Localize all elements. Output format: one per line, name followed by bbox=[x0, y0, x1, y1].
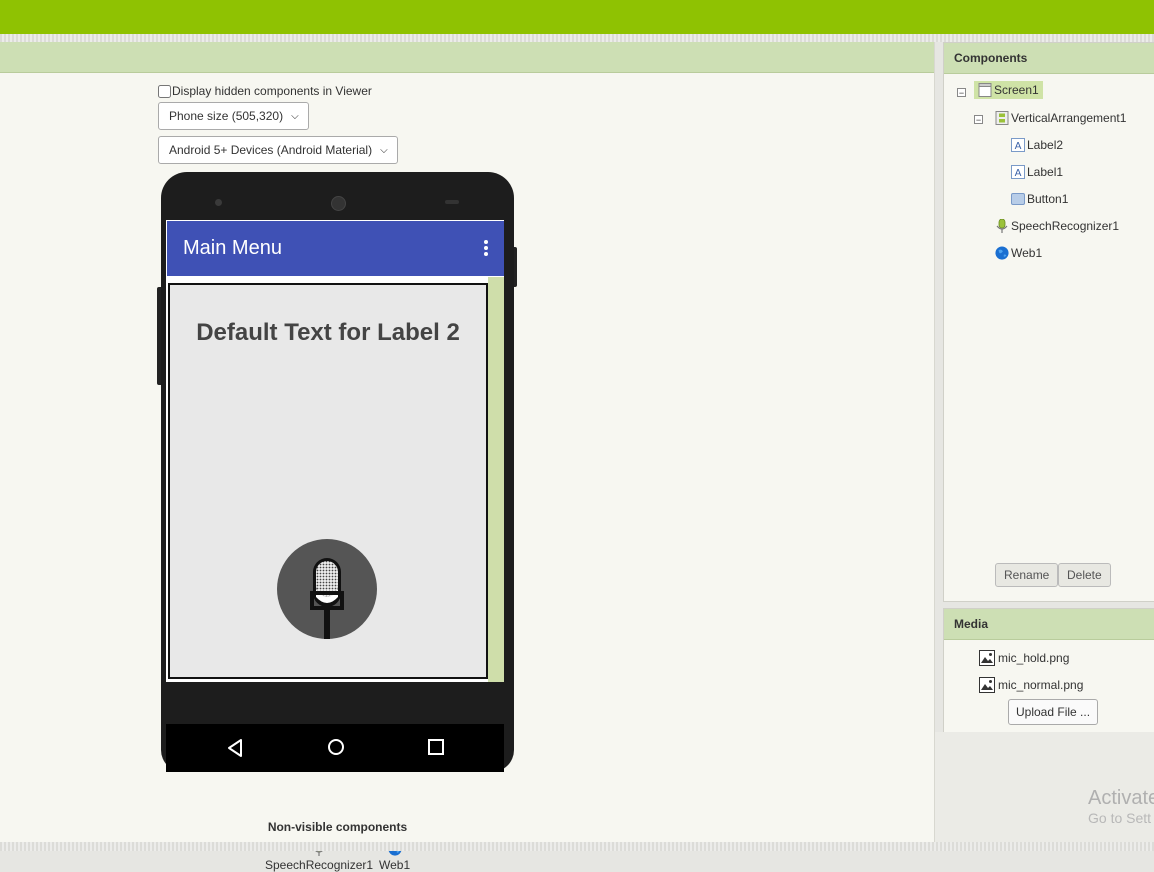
phone-speaker bbox=[445, 200, 459, 204]
hidden-components-label: Display hidden components in Viewer bbox=[172, 84, 372, 98]
theme-select[interactable]: Android 5+ Devices (Android Material) ⌵ bbox=[158, 136, 398, 164]
phone-size-value: Phone size (505,320) bbox=[169, 109, 284, 123]
button-icon bbox=[1011, 193, 1025, 205]
app-title: Main Menu bbox=[183, 237, 282, 259]
screen-icon bbox=[978, 83, 992, 97]
hidden-components-checkbox[interactable] bbox=[158, 84, 171, 98]
phone-mockup: Main Menu Default Text for Label 2 bbox=[161, 172, 514, 772]
screen-content: Default Text for Label 2 bbox=[166, 277, 504, 682]
media-file-label: mic_hold.png bbox=[998, 651, 1070, 665]
top-bar-strip bbox=[0, 34, 1154, 42]
tree-item-label: Label2 bbox=[1027, 138, 1064, 152]
svg-text:A: A bbox=[1015, 141, 1022, 152]
svg-text:A: A bbox=[1015, 168, 1022, 179]
theme-value: Android 5+ Devices (Android Material) bbox=[169, 143, 373, 157]
rename-button[interactable]: Rename bbox=[995, 563, 1059, 587]
collapse-arrangement-icon[interactable]: − bbox=[974, 115, 983, 125]
delete-button[interactable]: Delete bbox=[1058, 563, 1111, 587]
tree-item-label1[interactable]: A Label1 bbox=[1011, 165, 1063, 179]
activation-watermark: Activate bbox=[1088, 787, 1154, 809]
components-title: Components bbox=[944, 43, 1154, 74]
vertical-arrangement-icon bbox=[995, 111, 1009, 125]
components-panel: Components − Screen1 − VerticalArrangeme… bbox=[943, 42, 1154, 602]
android-navbar bbox=[166, 724, 504, 772]
tree-item-screen1[interactable]: Screen1 bbox=[974, 81, 1043, 99]
vertical-arrangement[interactable]: Default Text for Label 2 bbox=[168, 283, 488, 679]
tree-item-label: SpeechRecognizer1 bbox=[1011, 219, 1120, 233]
tree-item-label: VerticalArrangement1 bbox=[1011, 111, 1127, 125]
upload-file-button[interactable]: Upload File ... bbox=[1008, 699, 1099, 725]
tree-item-web1[interactable]: Web1 bbox=[995, 246, 1042, 260]
tree-item-label: Button1 bbox=[1027, 192, 1069, 206]
speech-recognizer-icon bbox=[996, 219, 1008, 233]
screen-scrollbar[interactable] bbox=[488, 277, 504, 682]
top-bar bbox=[0, 0, 1154, 34]
tree-item-button1[interactable]: Button1 bbox=[1011, 192, 1068, 206]
label-icon: A bbox=[1011, 165, 1025, 179]
media-file-mic-hold[interactable]: mic_hold.png bbox=[979, 650, 1069, 666]
phone-camera-icon bbox=[331, 196, 346, 211]
collapse-screen1-icon[interactable]: − bbox=[957, 88, 966, 98]
back-icon bbox=[228, 739, 242, 757]
media-file-mic-normal[interactable]: mic_normal.png bbox=[979, 677, 1083, 693]
media-file-label: mic_normal.png bbox=[998, 678, 1084, 692]
chevron-down-icon: ⌵ bbox=[291, 110, 299, 122]
viewer-header bbox=[0, 42, 934, 73]
activation-watermark-sub: Go to Sett bbox=[1088, 810, 1152, 826]
phone-screen: Main Menu Default Text for Label 2 bbox=[166, 220, 504, 682]
bottom-strip bbox=[0, 842, 1154, 851]
home-icon bbox=[328, 739, 344, 755]
web-globe-icon bbox=[995, 246, 1009, 260]
tree-item-verticalarrangement1[interactable]: VerticalArrangement1 bbox=[995, 111, 1126, 125]
viewer-panel: Display hidden components in Viewer Phon… bbox=[0, 42, 935, 872]
image-file-icon bbox=[979, 650, 995, 666]
microphone-icon bbox=[310, 558, 344, 639]
media-panel: Media mic_hold.png mic_normal.png Upload… bbox=[943, 608, 1154, 733]
app-bar: Main Menu bbox=[167, 221, 504, 276]
tree-item-speechrecognizer1[interactable]: SpeechRecognizer1 bbox=[995, 219, 1119, 233]
label1[interactable] bbox=[170, 365, 486, 381]
tree-item-label: Web1 bbox=[1011, 246, 1043, 260]
mic-button[interactable] bbox=[277, 539, 377, 639]
nonvisible-web-label: Web1 bbox=[379, 858, 411, 872]
overflow-menu-icon[interactable] bbox=[484, 240, 488, 258]
recent-apps-icon bbox=[428, 739, 444, 755]
hidden-components-checkbox-row[interactable]: Display hidden components in Viewer bbox=[158, 84, 372, 98]
media-title: Media bbox=[944, 609, 1154, 640]
nonvisible-speech-label: SpeechRecognizer1 bbox=[265, 858, 374, 872]
tree-item-label: Label1 bbox=[1027, 165, 1064, 179]
label-icon: A bbox=[1011, 138, 1025, 152]
phone-size-select[interactable]: Phone size (505,320) ⌵ bbox=[158, 102, 309, 130]
phone-sensor bbox=[215, 199, 222, 206]
label2[interactable]: Default Text for Label 2 bbox=[170, 319, 486, 347]
tree-item-label: Screen1 bbox=[994, 83, 1039, 97]
chevron-down-icon: ⌵ bbox=[380, 144, 388, 156]
tree-item-label2[interactable]: A Label2 bbox=[1011, 138, 1063, 152]
image-file-icon bbox=[979, 677, 995, 693]
nonvisible-title: Non-visible components bbox=[267, 820, 408, 834]
